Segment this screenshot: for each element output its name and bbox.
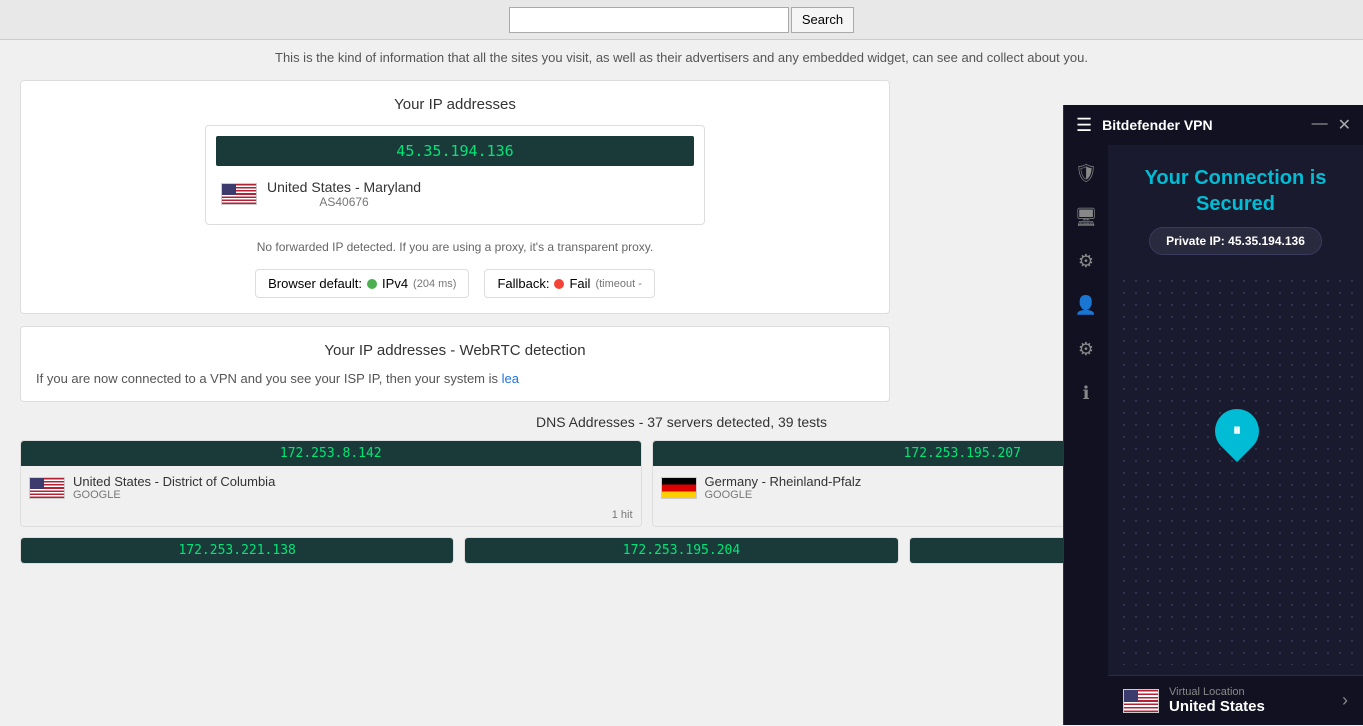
vpn-location-bar[interactable]: Virtual Location United States › — [1108, 675, 1363, 725]
vpn-loc-text: Virtual Location United States — [1169, 686, 1332, 715]
search-bar: Search — [0, 0, 1363, 40]
flag-de-dns2 — [661, 477, 697, 499]
dns-country-2: Germany - Rheinland-Pfalz — [705, 474, 862, 489]
ip-addresses-card: Your IP addresses 45.35.194.136 United S… — [20, 80, 890, 314]
info-text: This is the kind of information that all… — [20, 50, 1343, 65]
webrtc-title: Your IP addresses - WebRTC detection — [36, 342, 874, 359]
fallback-label: Fallback: — [497, 276, 549, 291]
location-as: AS40676 — [267, 195, 421, 209]
browser-default-badge: Browser default: IPv4 (204 ms) — [255, 269, 469, 298]
vpn-overlay: ☰ Bitdefender VPN — ✕ 🛡 🖥 ⚙ 👤 ⚙ ℹ Your C… — [1063, 105, 1363, 725]
vpn-private-ip-value: 45.35.194.136 — [1228, 234, 1305, 248]
search-input[interactable] — [509, 7, 789, 33]
fallback-badge: Fallback: Fail (timeout - — [484, 269, 654, 298]
no-proxy-text: No forwarded IP detected. If you are usi… — [36, 235, 874, 259]
dns-ip-1: 172.253.8.142 — [21, 441, 641, 466]
browser-default-row: Browser default: IPv4 (204 ms) Fallback:… — [36, 269, 874, 298]
webrtc-text-prefix: If you are now connected to a VPN and yo… — [36, 371, 498, 386]
ip-location: United States - Maryland AS40676 — [216, 174, 694, 214]
fallback-status: Fail — [569, 276, 590, 291]
dns-country-1: United States - District of Columbia — [73, 474, 275, 489]
vpn-map: ⏸ — [1108, 265, 1363, 675]
ip-address-display: 45.35.194.136 — [216, 136, 694, 166]
vpn-window-controls: — ✕ — [1312, 115, 1351, 135]
dns-card-1: 172.253.8.142 United States - District o… — [20, 440, 642, 527]
vpn-minimize-button[interactable]: — — [1312, 115, 1328, 135]
dns-org-2: GOOGLE — [705, 489, 862, 501]
vpn-location-name: United States — [1169, 698, 1332, 715]
main-content: This is the kind of information that all… — [0, 40, 1363, 726]
ip-box: 45.35.194.136 United States - Maryland A… — [205, 125, 705, 225]
dns-location-text-2: Germany - Rheinland-Pfalz GOOGLE — [705, 474, 862, 501]
vpn-body: 🛡 🖥 ⚙ 👤 ⚙ ℹ Your Connection isSecured Pr… — [1064, 145, 1363, 725]
webrtc-card: Your IP addresses - WebRTC detection If … — [20, 326, 890, 402]
vpn-settings2-icon[interactable]: ⚙ — [1068, 331, 1104, 367]
vpn-gear-icon[interactable]: ⚙ — [1068, 243, 1104, 279]
vpn-virtual-label: Virtual Location — [1169, 686, 1332, 698]
search-button[interactable]: Search — [791, 7, 854, 33]
dns-org-1: GOOGLE — [73, 489, 275, 501]
vpn-secured-text: Your Connection isSecured — [1123, 165, 1348, 217]
dns-bottom-card-1: 172.253.221.138 — [20, 537, 454, 564]
vpn-private-ip-label: Private IP: — [1166, 234, 1225, 248]
fallback-dot-red — [554, 279, 564, 289]
vpn-person-icon[interactable]: 👤 — [1068, 287, 1104, 323]
vpn-private-ip: Private IP: 45.35.194.136 — [1149, 227, 1322, 255]
dns-bottom-ip-1: 172.253.221.138 — [21, 538, 453, 563]
vpn-chevron-icon: › — [1342, 690, 1348, 711]
ipv4-status: (204 ms) — [413, 278, 456, 290]
vpn-monitor-icon[interactable]: 🖥 — [1068, 199, 1104, 235]
dns-bottom-ip-2: 172.253.195.204 — [465, 538, 897, 563]
location-text: United States - Maryland AS40676 — [267, 179, 421, 209]
dns-location-text-1: United States - District of Columbia GOO… — [73, 474, 275, 501]
vpn-info-icon[interactable]: ℹ — [1068, 375, 1104, 411]
vpn-location-flag — [1123, 689, 1159, 713]
flag-us-icon — [221, 183, 257, 205]
vpn-pause-icon: ⏸ — [1233, 422, 1241, 440]
vpn-panel: Your Connection isSecured Private IP: 45… — [1108, 145, 1363, 725]
vpn-sidebar: 🛡 🖥 ⚙ 👤 ⚙ ℹ — [1064, 145, 1108, 725]
webrtc-link[interactable]: lea — [502, 371, 519, 386]
browser-default-label: Browser default: — [268, 276, 362, 291]
vpn-menu-icon[interactable]: ☰ — [1076, 115, 1092, 136]
vpn-titlebar: ☰ Bitdefender VPN — ✕ — [1064, 105, 1363, 145]
vpn-map-dots — [1118, 275, 1353, 665]
dns-location-1: United States - District of Columbia GOO… — [21, 466, 641, 509]
ipv4-dot-green — [367, 279, 377, 289]
ip-card-title: Your IP addresses — [36, 96, 874, 113]
flag-us-dns1 — [29, 477, 65, 499]
vpn-shield-icon[interactable]: 🛡 — [1068, 155, 1104, 191]
vpn-status-header: Your Connection isSecured Private IP: 45… — [1108, 145, 1363, 265]
ipv4-label: IPv4 — [382, 276, 408, 291]
fallback-detail: (timeout - — [595, 278, 641, 290]
webrtc-text: If you are now connected to a VPN and yo… — [36, 371, 874, 386]
location-name: United States - Maryland — [267, 179, 421, 195]
dns-hit-1: 1 hit — [21, 509, 641, 526]
vpn-app-name: Bitdefender VPN — [1102, 117, 1311, 133]
dns-bottom-card-2: 172.253.195.204 — [464, 537, 898, 564]
vpn-close-button[interactable]: ✕ — [1338, 115, 1351, 135]
